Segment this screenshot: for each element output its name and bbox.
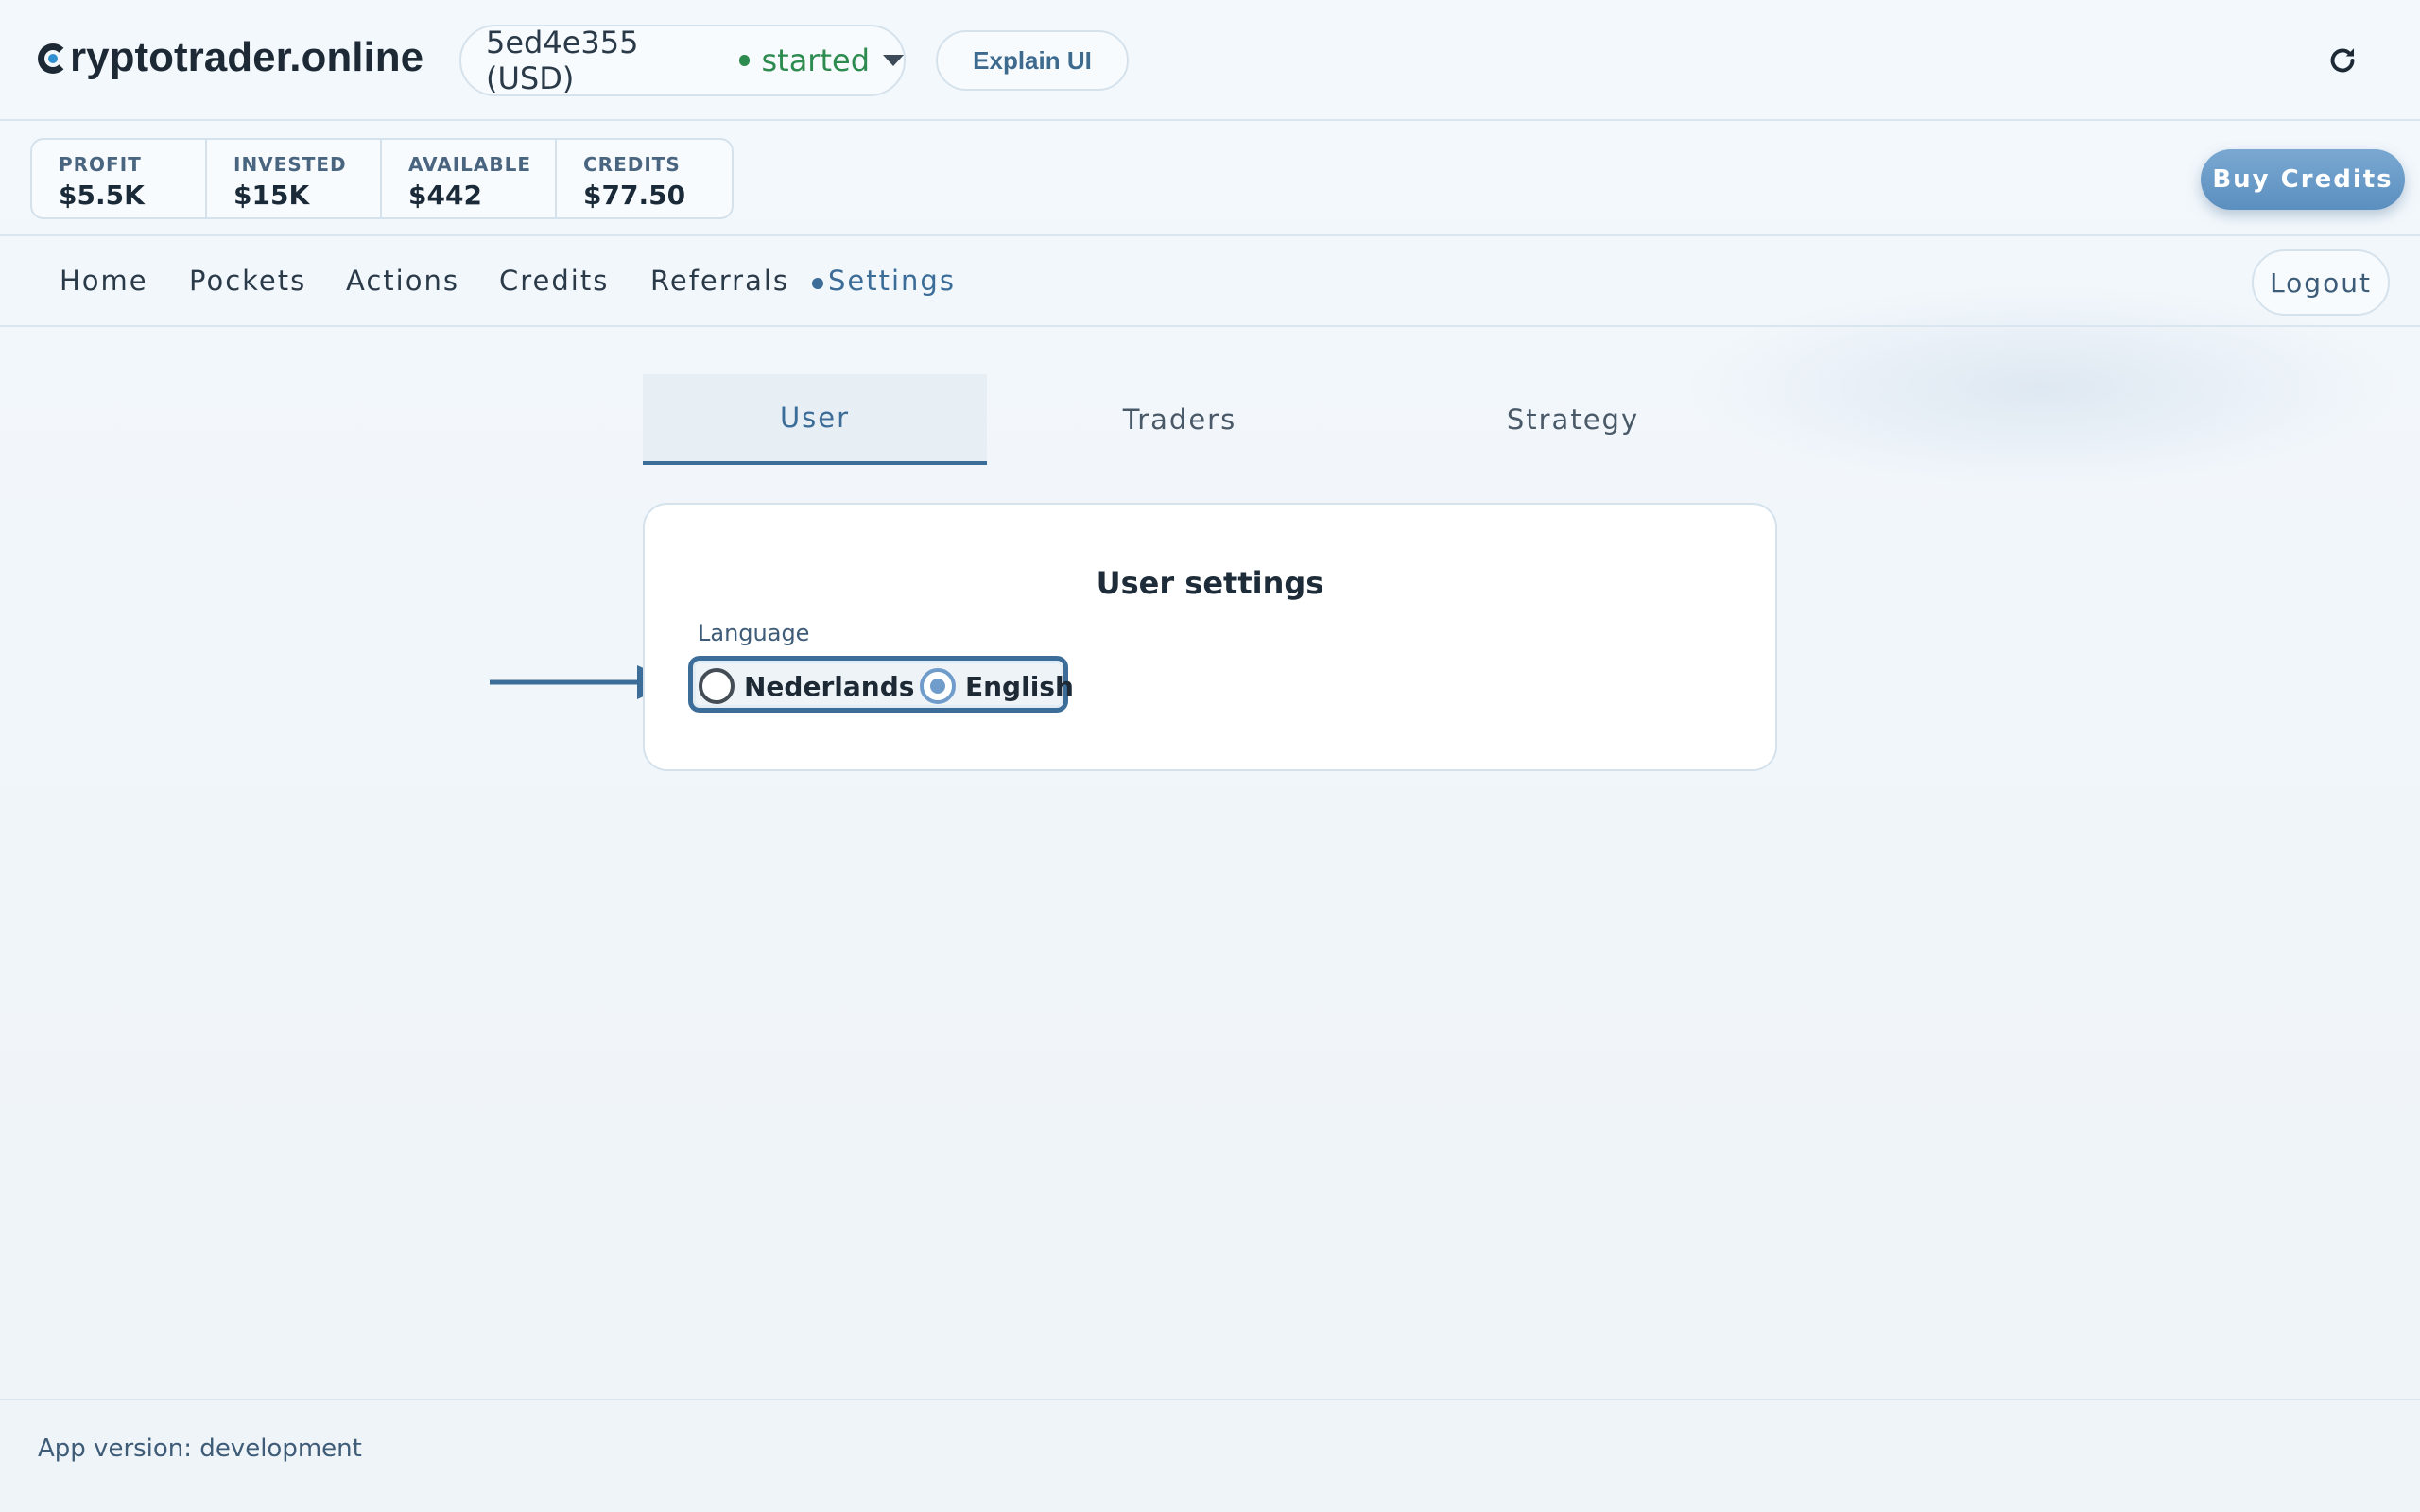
refresh-icon[interactable] [2325, 43, 2360, 77]
radio-label: English [965, 670, 1074, 702]
explain-ui-button[interactable]: Explain UI [936, 30, 1129, 91]
app-version: App version: development [38, 1435, 362, 1463]
logo-mark-icon [38, 43, 68, 74]
radio-checked-icon[interactable] [920, 668, 956, 704]
stat-credits: CREDITS $77.50 [557, 140, 732, 217]
stat-value: $5.5K [59, 180, 145, 211]
stat-invested: INVESTED $15K [207, 140, 382, 217]
app-logo[interactable]: ryptotrader.online [38, 34, 424, 81]
stat-profit: PROFIT $5.5K [32, 140, 207, 217]
chevron-down-icon [883, 55, 904, 66]
top-header: ryptotrader.online 5ed4e355 (USD) starte… [0, 0, 2420, 121]
stat-value: $15K [233, 180, 310, 211]
stat-label: AVAILABLE [408, 153, 532, 176]
language-option-english[interactable]: English [920, 667, 1074, 705]
stat-label: PROFIT [59, 153, 142, 176]
nav-item-credits[interactable]: Credits [499, 265, 609, 297]
stat-value: $77.50 [583, 180, 686, 211]
pocket-selector[interactable]: 5ed4e355 (USD) started [459, 25, 906, 96]
stat-available: AVAILABLE $442 [382, 140, 557, 217]
tab-user[interactable]: User [643, 374, 987, 465]
stats-bar: PROFIT $5.5K INVESTED $15K AVAILABLE $44… [0, 121, 2420, 236]
pocket-name: 5ed4e355 (USD) [486, 25, 639, 96]
language-option-nederlands[interactable]: Nederlands [699, 667, 914, 705]
active-indicator-dot [812, 278, 823, 289]
stat-label: CREDITS [583, 153, 681, 176]
nav-item-referrals[interactable]: Referrals [650, 265, 789, 297]
radio-label: Nederlands [744, 670, 915, 702]
user-settings-card: User settings Language Nederlands Englis… [643, 503, 1777, 771]
nav-item-home[interactable]: Home [60, 265, 148, 297]
card-title: User settings [1096, 565, 1324, 601]
main-nav: Home Pockets Actions Credits Referrals S… [0, 236, 2420, 327]
nav-item-pockets[interactable]: Pockets [189, 265, 306, 297]
language-label: Language [698, 620, 810, 646]
radio-unchecked-icon[interactable] [699, 668, 735, 704]
language-radio-group: Nederlands English [688, 656, 1074, 713]
logout-button[interactable]: Logout [2252, 249, 2390, 316]
nav-item-settings[interactable]: Settings [828, 265, 956, 297]
tab-traders[interactable]: Traders [1008, 374, 1352, 465]
pocket-status: started [761, 43, 870, 78]
stats-panel: PROFIT $5.5K INVESTED $15K AVAILABLE $44… [30, 138, 734, 219]
status-dot-icon [738, 55, 751, 66]
logo-text: ryptotrader.online [70, 34, 424, 80]
footer: App version: development [0, 1399, 2420, 1512]
stat-label: INVESTED [233, 153, 347, 176]
buy-credits-button[interactable]: Buy Credits [2201, 149, 2405, 210]
nav-item-actions[interactable]: Actions [346, 265, 459, 297]
stat-value: $442 [408, 180, 482, 211]
tab-strategy[interactable]: Strategy [1401, 374, 1745, 465]
